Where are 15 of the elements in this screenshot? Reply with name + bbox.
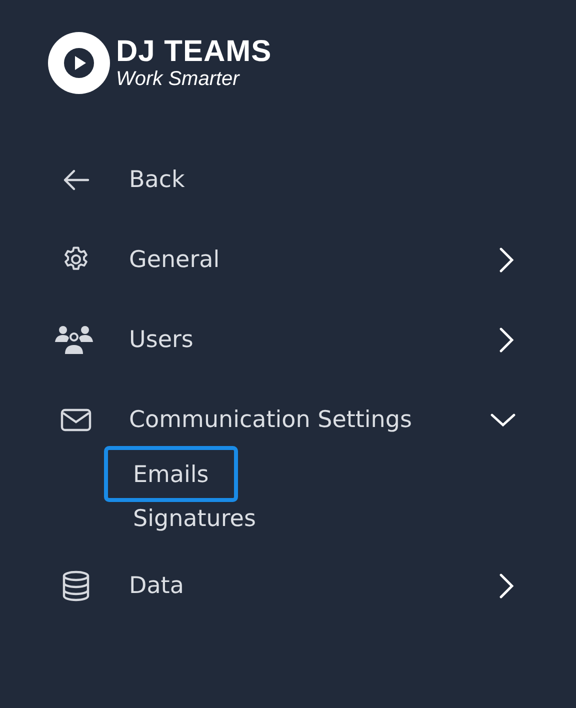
submenu-item[interactable]: Emails [104,446,238,502]
menu-item[interactable]: Users [129,327,194,353]
users-icon [54,324,94,356]
menu-item[interactable]: Communication Settings [129,407,412,433]
chevron-down-icon[interactable] [490,412,516,428]
menu-item[interactable]: Back [129,167,185,193]
chevron-right-icon[interactable] [498,573,514,599]
chevron-right-icon[interactable] [498,247,514,273]
brand-name: DJ TEAMS [116,37,272,67]
brand-tagline: Work Smarter [116,69,241,89]
menu-item[interactable]: Data [129,573,184,599]
menu-item[interactable]: General [129,247,220,273]
database-icon [60,570,92,602]
play-logo-icon [48,32,110,94]
chevron-right-icon[interactable] [498,327,514,353]
